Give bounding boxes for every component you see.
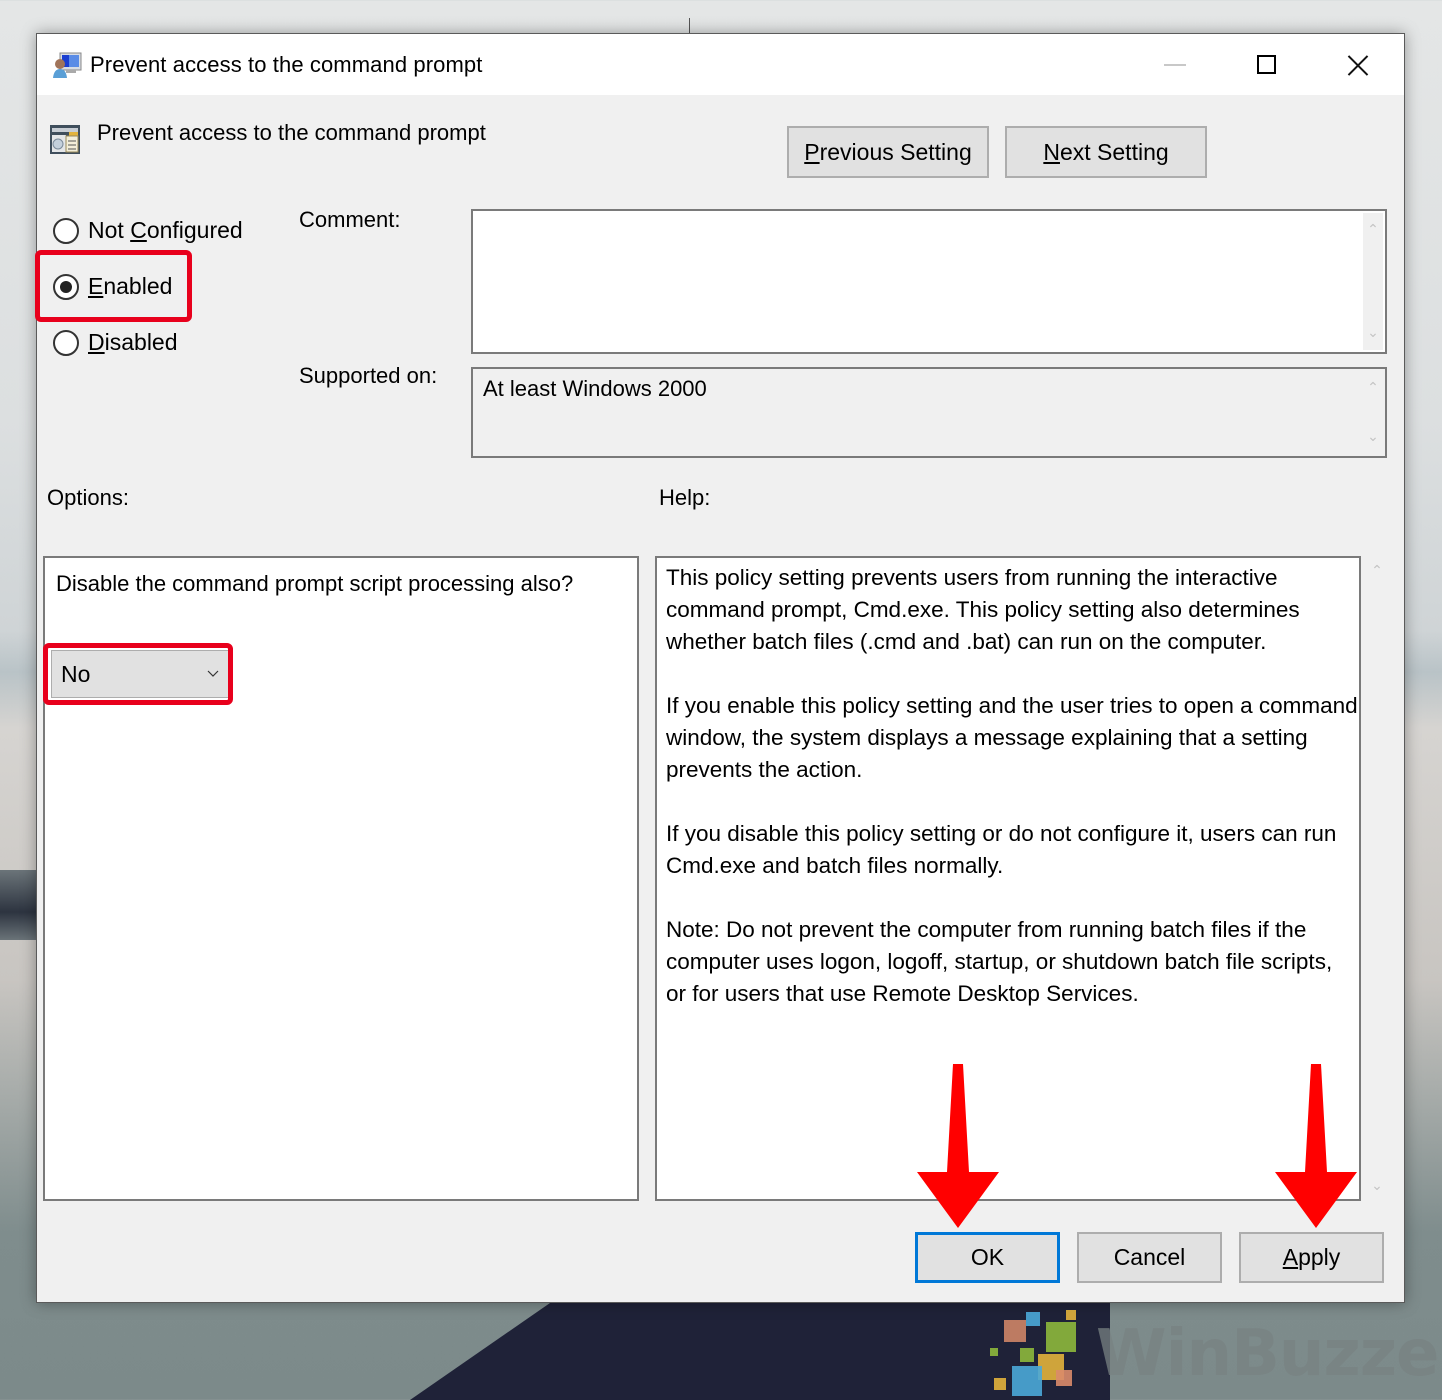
annotation-arrow-down-icon — [917, 1064, 999, 1228]
comment-label: Comment: — [299, 207, 401, 232]
scroll-up-icon[interactable]: ⌃ — [1370, 564, 1384, 578]
radio-button[interactable] — [53, 329, 79, 356]
button-label: revious Setting — [819, 138, 972, 165]
window-title: Prevent access to the command prompt — [90, 52, 483, 77]
close-icon — [1347, 54, 1369, 76]
group-policy-app-icon — [53, 52, 82, 78]
watermark-text: WinBuzzer — [1096, 1317, 1442, 1391]
help-paragraph: Note: Do not prevent the computer from r… — [666, 917, 1333, 1006]
button-label: Cancel — [1113, 1244, 1186, 1270]
mnemonic: A — [1282, 1244, 1299, 1270]
cancel-button[interactable]: Cancel — [1077, 1232, 1222, 1283]
background-detail — [689, 18, 690, 34]
title-bar[interactable]: Prevent access to the command prompt — [37, 34, 1404, 95]
scroll-down-icon[interactable]: ⌄ — [1366, 326, 1380, 340]
close-button[interactable] — [1312, 34, 1404, 95]
mnemonic: N — [1043, 138, 1060, 165]
ok-button[interactable]: OK — [915, 1232, 1060, 1283]
supported-on-value: At least Windows 2000 — [483, 376, 707, 401]
help-paragraph: This policy setting prevents users from … — [666, 565, 1300, 654]
help-paragraph: If you enable this policy setting and th… — [666, 693, 1358, 782]
winbuzzer-logo-icon — [990, 1310, 1076, 1396]
help-paragraph: If you disable this policy setting or do… — [666, 821, 1337, 878]
previous-setting-button[interactable]: Previous Setting — [787, 126, 989, 178]
radio-disabled[interactable]: Disabled — [53, 329, 178, 356]
supported-scrollbar[interactable]: ⌃ ⌄ — [1363, 371, 1383, 454]
scroll-down-icon[interactable]: ⌄ — [1366, 430, 1380, 444]
supported-on-field: At least Windows 2000 ⌃ ⌄ — [471, 367, 1387, 458]
scroll-down-icon[interactable]: ⌄ — [1370, 1179, 1384, 1193]
scroll-up-icon[interactable]: ⌃ — [1366, 381, 1380, 395]
button-label: ext Setting — [1059, 138, 1169, 165]
annotation-arrow-down-icon — [1275, 1064, 1357, 1228]
radio-not-configured[interactable]: Not Configured — [53, 217, 243, 244]
policy-dialog: Prevent access to the command prompt Pre… — [35, 33, 1405, 1303]
minimize-icon — [1164, 63, 1186, 66]
radio-button[interactable] — [53, 217, 79, 244]
radio-label: Disabled — [88, 329, 178, 355]
minimize-button[interactable] — [1129, 34, 1221, 95]
scroll-up-icon[interactable]: ⌃ — [1366, 223, 1380, 237]
help-label: Help: — [659, 485, 711, 510]
supported-on-label: Supported on: — [299, 363, 438, 388]
comment-textarea[interactable]: ⌃ ⌄ — [471, 209, 1387, 354]
help-panel: This policy setting prevents users from … — [655, 556, 1361, 1201]
next-setting-button[interactable]: Next Setting — [1005, 126, 1207, 178]
maximize-button[interactable] — [1220, 34, 1312, 95]
help-scrollbar[interactable]: ⌃ ⌄ — [1365, 558, 1389, 1199]
options-question: Disable the command prompt script proces… — [56, 571, 574, 596]
maximize-icon — [1256, 55, 1276, 74]
background-detail — [0, 870, 36, 940]
mnemonic: P — [804, 138, 820, 165]
policy-setting-icon — [50, 125, 80, 154]
apply-button[interactable]: Apply — [1239, 1232, 1384, 1283]
comment-scrollbar[interactable]: ⌃ ⌄ — [1363, 213, 1383, 350]
annotation-highlight-enabled — [35, 250, 192, 322]
button-label: pply — [1298, 1244, 1341, 1270]
options-label: Options: — [47, 485, 129, 510]
button-label: OK — [970, 1244, 1005, 1270]
setting-name: Prevent access to the command prompt — [97, 120, 486, 145]
help-text: This policy setting prevents users from … — [666, 562, 1358, 1042]
annotation-highlight-dropdown — [43, 643, 233, 705]
watermark: WinBuzzer — [990, 1308, 1442, 1400]
radio-label: Not Configured — [88, 217, 243, 243]
